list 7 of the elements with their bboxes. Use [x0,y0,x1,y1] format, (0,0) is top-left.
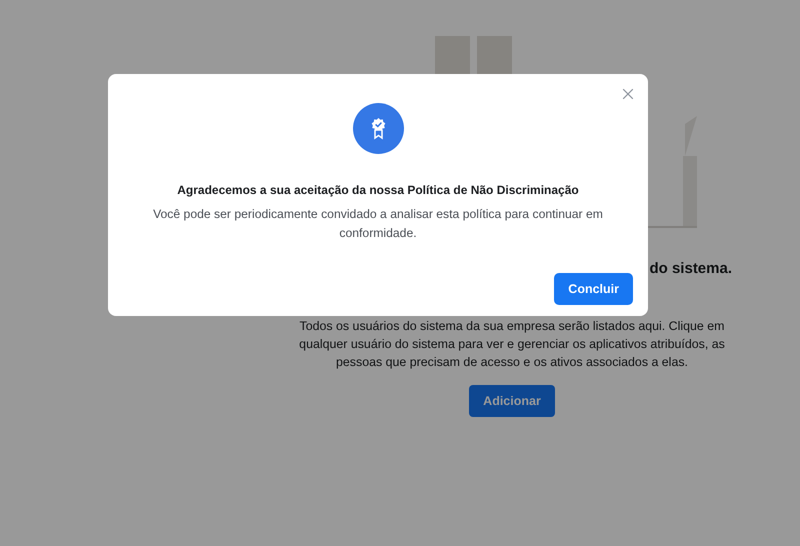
dialog-message: Você pode ser periodicamente convidado a analisar esta política para continuar em conformidade. [152,206,604,242]
add-button[interactable]: Adicionar [469,385,555,417]
confirm-button[interactable]: Concluir [554,273,633,305]
dialog-title: Agradecemos a sua aceitação da nossa Política de Não Discriminação [177,183,579,197]
page-heading: do sistema. [648,260,732,277]
description-text: Todos os usuários do sistema da sua empresa serão listados aqui. Clique em qualquer usuário do sistema para ver e gerenciar os aplicativos atribuídos, as pessoas que precisam de acesso e os ativos associados a elas. [298,318,726,371]
award-badge-icon [352,103,404,154]
